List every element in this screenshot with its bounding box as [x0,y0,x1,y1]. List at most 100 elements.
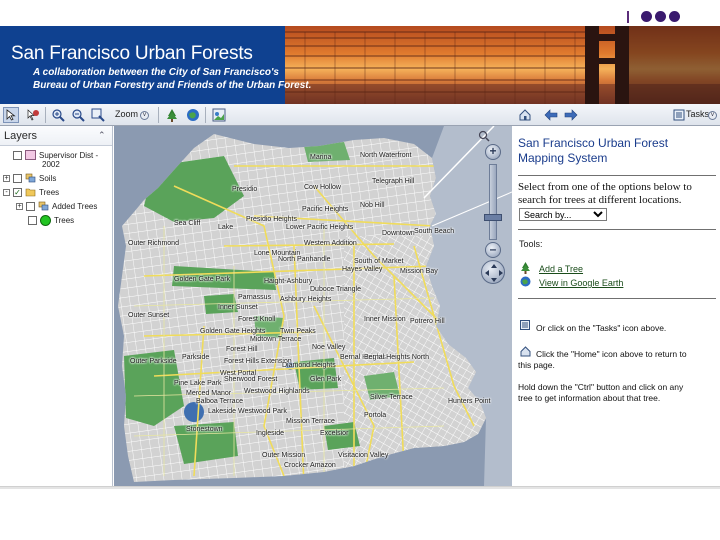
zoom-label: Zoom [115,109,139,119]
back-arrow-icon[interactable] [543,107,559,123]
layer-item-soils[interactable]: + Soils [3,173,56,183]
map-neighborhood-label: Golden Gate Heights [200,328,266,335]
google-earth-link[interactable]: View in Google Earth [539,278,623,288]
map-neighborhood-label: Parnassus [238,294,272,301]
layers-header: Layers ⌃ [0,126,112,146]
tools-label: Tools: [519,239,543,249]
home-hint-cont: this page. [518,360,555,370]
map-neighborhood-label: Mission Bay [400,268,438,275]
divider [518,229,716,230]
chevron-down-icon[interactable]: v [708,111,717,120]
divider [518,175,716,176]
map-neighborhood-label: Westwood Park [238,408,287,415]
layer-label: Supervisor Dist - [39,150,99,160]
banner-blue-block [0,26,285,104]
expand-icon[interactable]: + [3,174,10,182]
zoom-slider[interactable]: + – [480,144,506,284]
map-toolbar: Zoom v Tasks v [0,104,720,126]
map-neighborhood-label: South Beach [414,228,455,235]
map-neighborhood-label: Western Addition [304,240,357,247]
folder-icon [25,188,36,197]
print-map-icon[interactable] [211,107,227,123]
search-by-select[interactable]: Search by... [519,208,607,221]
map-neighborhood-label: Glen Park [310,376,342,383]
expand-icon[interactable]: + [16,202,23,210]
tasks-icon [520,320,531,331]
map-view[interactable]: Marina North Waterfront Telegraph Hill Cow … [114,126,512,486]
zoom-in-icon[interactable] [50,107,66,123]
map-neighborhood-label: Duboce Triangle [310,286,361,293]
identify-tool-icon[interactable] [25,107,41,123]
map-search-icon[interactable] [478,130,490,142]
golden-gate-bridge-photo [285,26,720,104]
tasks-hint: Or click on the "Tasks" icon above. [536,323,667,333]
collapse-icon[interactable]: ⌃ [98,130,106,141]
map-neighborhood-label: Midtown Terrace [250,336,302,343]
map-neighborhood-label: Pine Lake Park [174,380,222,387]
chevron-down-icon[interactable]: v [140,111,149,120]
layer-checkbox[interactable] [26,201,35,211]
layer-checkbox[interactable] [13,150,22,160]
map-neighborhood-label: Crocker Amazon [284,462,336,469]
pointer-tool-icon[interactable] [3,107,19,123]
layer-item-trees-group[interactable]: - ✓ Trees [3,187,59,197]
tree-tool-icon[interactable] [164,107,180,123]
layer-item-supervisor-dist[interactable]: Supervisor Dist - [13,150,98,160]
ctrl-hint-cont: tree to get information about that tree. [518,393,661,403]
zoom-track[interactable] [489,164,497,240]
collapse-group-icon[interactable]: - [3,188,10,196]
tree-point-swatch-icon [40,215,51,226]
map-neighborhood-label: Telegraph Hill [372,178,415,185]
banner-title: San Francisco Urban Forests [11,43,253,64]
layer-label: 2002 [42,160,60,169]
map-neighborhood-label: Sea Cliff [174,220,201,227]
map-neighborhood-label: Lower Pacific Heights [286,224,354,231]
zoom-out-icon[interactable] [70,107,86,123]
map-neighborhood-label: Lake [218,224,234,231]
tasks-label[interactable]: Tasks [686,109,709,119]
layer-item-added-trees[interactable]: + Added Trees [16,201,97,211]
zoom-in-button[interactable]: + [485,144,501,160]
panel-title: San Francisco Urban Forest Mapping Syste… [518,136,669,165]
layers-panel: Layers ⌃ Supervisor Dist - 2002 + Soils … [0,126,113,486]
map-neighborhood-label: Marina [310,154,332,161]
forward-arrow-icon[interactable] [563,107,579,123]
layer-swatch [25,150,36,160]
layer-label: Trees [39,187,60,197]
decor-dot [655,11,666,22]
top-decoration [620,8,720,24]
zoom-out-button[interactable]: – [485,242,501,258]
map-neighborhood-label: Portola [364,412,387,419]
google-earth-icon [520,276,531,287]
add-tree-link[interactable]: Add a Tree [539,264,583,274]
tasks-icon[interactable] [671,107,687,123]
home-icon[interactable] [517,107,533,123]
map-neighborhood-label: Lakeside [208,408,237,415]
layer-checkbox[interactable] [28,216,37,225]
layer-checkbox-checked[interactable]: ✓ [13,187,22,197]
map-neighborhood-label: North Panhandle [278,256,331,263]
tasks-panel: San Francisco Urban Forest Mapping Syste… [513,126,720,486]
tree-icon [520,262,531,274]
pan-control-icon[interactable] [481,260,505,284]
layer-item-trees[interactable]: Trees [28,215,74,226]
zoom-thumb[interactable] [484,214,502,221]
map-neighborhood-label: Haight-Ashbury [264,278,313,285]
search-instructions: Select from one of the options below to … [518,181,692,206]
map-neighborhood-label: Sherwood Forest [224,376,278,383]
layer-checkbox[interactable] [13,173,22,183]
map-neighborhood-label: Westwood Highlands [244,388,310,395]
map-neighborhood-label: Stonestown [186,426,223,433]
map-neighborhood-label: Forest Hill [226,346,258,353]
map-neighborhood-label: Forest Knoll [238,316,276,323]
zoom-extent-icon[interactable] [90,107,106,123]
bottom-divider [0,486,720,489]
banner-subtitle: Bureau of Urban Forestry and Friends of … [33,80,312,91]
map-neighborhood-label: Silver Terrace [370,394,413,401]
map-neighborhood-label: Inner Sunset [218,304,258,311]
map-neighborhood-label: Parkside [182,354,210,361]
map-neighborhood-label: Pacific Heights [302,206,349,213]
google-earth-icon[interactable] [185,107,201,123]
map-neighborhood-label: Downtown [382,230,415,237]
map-neighborhood-label: Nob Hill [360,202,385,209]
